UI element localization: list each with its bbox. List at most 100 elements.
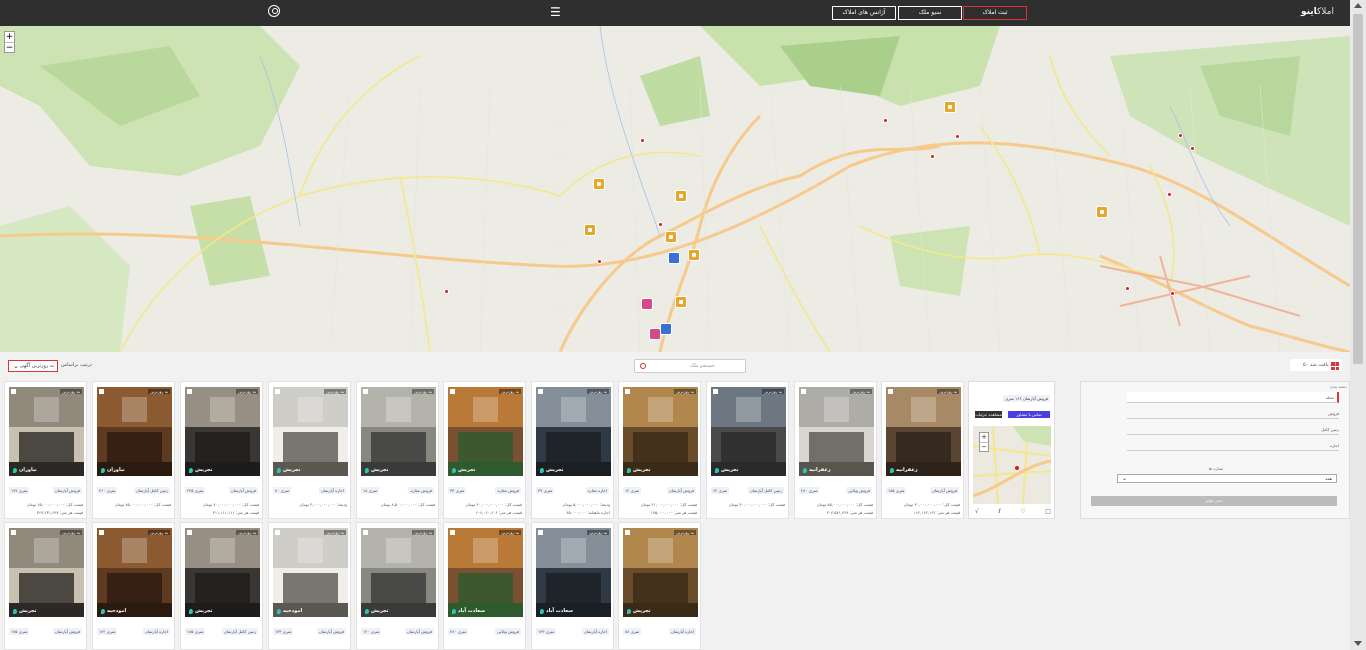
property-photo[interactable]: به روزترین تجریش [448, 387, 523, 476]
map-marker-house-icon[interactable] [675, 190, 687, 202]
scroll-down-icon[interactable] [1354, 641, 1362, 646]
page-scrollbar[interactable] [1350, 0, 1366, 650]
site-logo[interactable]: املاکاینو [1301, 7, 1334, 17]
property-card[interactable]: به روزترین تجریش اجاره آپارتمان ۸۸ متری [618, 522, 701, 650]
property-card[interactable]: به روزترین تجریش اجاره مغازه ۳۷ متری ودی… [531, 381, 614, 519]
map-marker-office-icon[interactable] [660, 323, 672, 335]
property-card[interactable]: به روزترین تجریش فروش مغازه ۳۳ متری قیمت… [443, 381, 526, 519]
property-card[interactable]: به روزترین زعفرانیه فروش ویلایی ۲۸۰ متری… [794, 381, 877, 519]
property-card[interactable]: به روزترین تجریش فروش آپارتمان ۲۲۵ متری … [180, 381, 263, 519]
property-photo[interactable]: به روزترین تجریش [361, 528, 436, 617]
property-card[interactable]: به روزترین زعفرانیه فروش آپارتمان ۱۸۵ مت… [881, 381, 964, 519]
card-badge: به روزترین [60, 389, 82, 394]
property-photo[interactable]: به روزترین تجریش [536, 387, 611, 476]
reset-filter-button[interactable]: حذف فیلتر [1091, 496, 1337, 506]
map-dot-marker[interactable] [640, 138, 645, 143]
hamburger-menu-icon[interactable]: ☰ [550, 5, 562, 19]
property-card[interactable]: به روزترین تجریش فروش آپارتمان ۱۲۰ متری [356, 522, 439, 650]
property-photo[interactable]: به روزترین تجریش [9, 528, 84, 617]
property-photo[interactable]: به روزترین زعفرانیه [799, 387, 874, 476]
filter-field-neighborhood[interactable]: محله [1127, 392, 1339, 403]
card-type-tag: اجاره آپارتمان [668, 628, 696, 635]
property-card[interactable]: به روزترین سعادت آباد فروش ویلایی ۴۸۰ مت… [443, 522, 526, 650]
sort-select[interactable]: ⌄ به روزترین آگهی [8, 360, 58, 372]
map-dot-marker[interactable] [930, 154, 935, 159]
property-photo[interactable]: به روزترین سعادت آباد [448, 528, 523, 617]
property-photo[interactable]: به روزترین تجریش [273, 387, 348, 476]
map-marker-house-icon[interactable] [1096, 206, 1108, 218]
property-card[interactable]: به روزترین تجریش فروش آپارتمان ۱۲ متری ق… [618, 381, 701, 519]
map-dot-marker[interactable] [1190, 146, 1195, 151]
property-card[interactable]: به روزترین نیاوران فروش آپارتمان ۱۷۷ متر… [4, 381, 87, 519]
search-icon[interactable] [640, 363, 646, 369]
property-card[interactable]: به روزترین نیاوران زمین کامل آپارتمان ۲۶… [92, 381, 175, 519]
property-photo[interactable]: به روزترین امودخیه [273, 528, 348, 617]
filter-field-sale[interactable]: فروش [1127, 408, 1339, 419]
view-details-button[interactable]: مشاهده جزئیات [975, 411, 1002, 418]
filter-field-rent[interactable]: اجاره [1127, 440, 1339, 451]
property-card[interactable]: به روزترین امودخیه اجاره آپارتمان ۱۴۲ مت… [92, 522, 175, 650]
property-card[interactable]: به روزترین تجریش فروش مغازه ۱۸ متری قیمت… [356, 381, 439, 519]
share-icon[interactable]: √ [975, 508, 979, 515]
property-map[interactable]: + − [0, 26, 1350, 352]
property-card[interactable]: به روزترین تجریش اجاره آپارتمان ۸۰ متری … [268, 381, 351, 519]
map-dot-marker[interactable] [883, 118, 888, 123]
property-photo[interactable]: به روزترین نیاوران [97, 387, 172, 476]
saved-properties-button[interactable]: سیو ملک [898, 6, 962, 20]
property-photo[interactable]: به روزترین تجریش [361, 387, 436, 476]
card-area-tag: ۱۸۵ متری [886, 487, 907, 494]
map-marker-house-icon[interactable] [944, 101, 956, 113]
map-dot-marker[interactable] [1178, 133, 1183, 138]
property-photo[interactable]: به روزترین تجریش [185, 528, 260, 617]
property-photo[interactable]: به روزترین زعفرانیه [886, 387, 961, 476]
map-dot-marker[interactable] [1167, 192, 1172, 197]
property-photo[interactable]: به روزترین تجریش [623, 387, 698, 476]
card-area-tag: ۱۴۳ متری [536, 628, 557, 635]
register-property-button[interactable]: ثبت املاک [963, 6, 1027, 20]
property-photo[interactable]: به روزترین سعادت آباد [536, 528, 611, 617]
map-marker-shop-icon[interactable] [649, 328, 661, 340]
scrollbar-thumb[interactable] [1353, 14, 1363, 364]
map-dot-marker[interactable] [1125, 286, 1130, 291]
map-marker-house-icon[interactable] [593, 178, 605, 190]
heart-icon[interactable]: ♡ [1020, 508, 1025, 515]
scroll-up-icon[interactable] [1354, 3, 1362, 8]
filter-select[interactable]: ⌄ همه [1117, 474, 1337, 483]
map-marker-house-icon[interactable] [665, 231, 677, 243]
property-photo[interactable]: به روزترین نیاوران [9, 387, 84, 476]
contact-advisor-button[interactable]: تماس با مشاور [1008, 411, 1050, 418]
property-card[interactable]: به روزترین سعادت آباد اجاره آپارتمان ۱۴۳… [531, 522, 614, 650]
map-zoom-out-button[interactable]: − [5, 42, 14, 53]
grid-view-icon[interactable] [1331, 362, 1339, 370]
mini-map-zoom-in[interactable]: + [980, 433, 988, 442]
mini-map-zoom-out[interactable]: − [980, 442, 988, 451]
property-card[interactable]: به روزترین تجریش زمین کامل آپارتمان ۱۸۵ … [180, 522, 263, 650]
map-dot-marker[interactable] [597, 259, 602, 264]
map-zoom-in-button[interactable]: + [5, 32, 14, 42]
map-marker-house-icon[interactable] [675, 296, 687, 308]
property-photo[interactable]: به روزترین تجریش [185, 387, 260, 476]
property-photo[interactable]: به روزترین تجریش [711, 387, 786, 476]
attach-icon[interactable]: ℓ [998, 508, 1000, 515]
map-dot-marker[interactable] [658, 222, 663, 227]
search-input[interactable]: جستجو ملک [634, 359, 746, 373]
map-marker-office-icon[interactable] [668, 252, 680, 264]
featured-mini-map[interactable]: + − [973, 426, 1051, 504]
property-photo[interactable]: به روزترین تجریش [623, 528, 698, 617]
map-dot-marker[interactable] [1170, 291, 1175, 296]
property-card[interactable]: به روزترین تجریش زمین کامل آپارتمان ۶۲ م… [706, 381, 789, 519]
map-marker-shop-icon[interactable] [641, 298, 653, 310]
featured-property-card[interactable]: فروش آپارتمان ۱۶۶ متری تماس با مشاور مشا… [968, 381, 1055, 519]
agencies-button[interactable]: آژانس های املاک [832, 6, 896, 20]
property-card[interactable]: به روزترین تجریش فروش آپارتمان ۱۷۵ متری [4, 522, 87, 650]
user-account-icon[interactable] [268, 5, 280, 17]
property-card[interactable]: به روزترین امودخیه فروش آپارتمان ۱۳۳ متر… [268, 522, 351, 650]
map-dot-marker[interactable] [444, 289, 449, 294]
map-marker-house-icon[interactable] [688, 249, 700, 261]
filter-field-land[interactable]: زمین کامل [1127, 424, 1339, 435]
map-dot-marker[interactable] [955, 134, 960, 139]
map-marker-house-icon[interactable] [584, 224, 596, 236]
bookmark-icon[interactable]: □ [1045, 508, 1051, 515]
property-photo[interactable]: به روزترین امودخیه [97, 528, 172, 617]
home-icon [11, 389, 16, 394]
